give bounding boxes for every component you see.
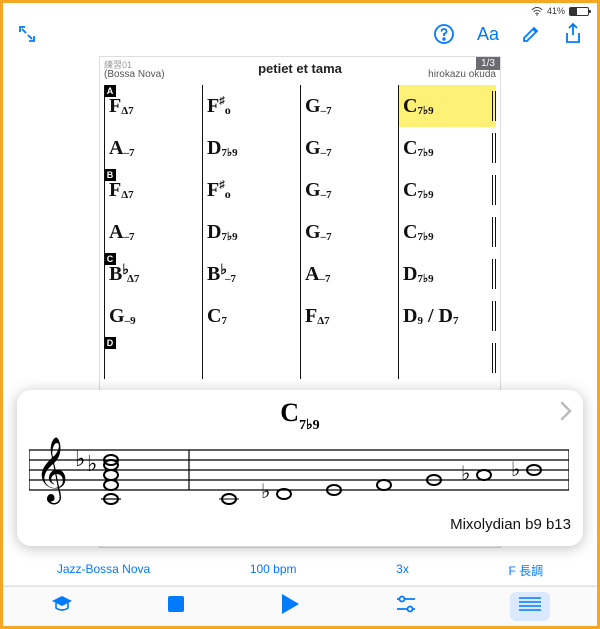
- staff-view-button[interactable]: [510, 592, 550, 621]
- chord-cell[interactable]: A–7: [104, 127, 202, 169]
- chord-row: BFΔ7F♯oG–7C7♭9: [104, 169, 496, 211]
- battery-icon: [569, 7, 589, 16]
- chord-cell[interactable]: G–7: [300, 169, 398, 211]
- svg-text:♭: ♭: [461, 463, 470, 485]
- chord-cell[interactable]: FΔ7: [300, 295, 398, 337]
- playback-key[interactable]: F 長調: [509, 562, 544, 579]
- chord-row: AFΔ7F♯oG–7C7♭9: [104, 85, 496, 127]
- chord-grid: AFΔ7F♯oG–7C7♭9A–7D7♭9G–7C7♭9BFΔ7F♯oG–7C7…: [100, 85, 500, 383]
- scale-name: Mixolydian b9 b13: [29, 516, 571, 533]
- svg-text:♭: ♭: [87, 451, 97, 476]
- chord-cell[interactable]: [398, 337, 496, 379]
- svg-text:♭: ♭: [75, 446, 85, 471]
- page-indicator[interactable]: 1/3: [476, 57, 500, 70]
- chord-cell[interactable]: C7♭9: [398, 169, 496, 211]
- chord-cell[interactable]: [202, 337, 300, 379]
- chord-cell[interactable]: FΔ7: [104, 85, 202, 127]
- svg-text:♭: ♭: [261, 481, 270, 503]
- treble-clef-icon: 𝄞: [35, 437, 68, 504]
- expand-button[interactable]: [17, 24, 37, 44]
- bottom-toolbar: [3, 586, 597, 626]
- chord-row: A–7D7♭9G–7C7♭9: [104, 211, 496, 253]
- chord-cell[interactable]: F♯o: [202, 169, 300, 211]
- wifi-icon: [531, 7, 543, 16]
- mixer-button[interactable]: [395, 594, 417, 619]
- chord-row: D: [104, 337, 496, 379]
- playback-tempo[interactable]: 100 bpm: [250, 562, 297, 579]
- scale-notes: ♭ ♭ ♭: [219, 459, 541, 504]
- chord-cell[interactable]: A–7: [300, 253, 398, 295]
- chord-row: A–7D7♭9G–7C7♭9: [104, 127, 496, 169]
- song-author: hirokazu okuda: [428, 69, 496, 80]
- play-button[interactable]: [279, 592, 301, 621]
- chord-cell[interactable]: B♭Δ7: [104, 253, 202, 295]
- learn-button[interactable]: [50, 594, 74, 619]
- playback-info: Jazz-Bossa Nova 100 bpm 3x F 長調: [3, 556, 597, 586]
- chord-cell[interactable]: D7♭9: [398, 253, 496, 295]
- chord-cell[interactable]: D7♭9: [202, 211, 300, 253]
- chord-cell[interactable]: G–7: [300, 211, 398, 253]
- playback-repeats[interactable]: 3x: [396, 562, 409, 579]
- chord-row: G–9C7FΔ7D9 / D7: [104, 295, 496, 337]
- chord-cell[interactable]: G–7: [300, 85, 398, 127]
- chord-cell[interactable]: G–9: [104, 295, 202, 337]
- help-button[interactable]: [433, 23, 455, 45]
- battery-percent: 41%: [547, 6, 565, 16]
- chord-cell[interactable]: [300, 337, 398, 379]
- chord-row: CB♭Δ7B♭–7A–7D7♭9: [104, 253, 496, 295]
- chord-cell[interactable]: D9 / D7: [398, 295, 496, 337]
- staff-display: 𝄞 ♭ ♭ ♭ ♭ ♭: [29, 436, 571, 514]
- chord-cell[interactable]: B♭–7: [202, 253, 300, 295]
- chord-cell[interactable]: D7♭9: [202, 127, 300, 169]
- status-bar: 41%: [3, 3, 597, 17]
- chord-cell[interactable]: C7♭9: [398, 211, 496, 253]
- svg-text:♭: ♭: [511, 459, 520, 481]
- chevron-right-icon[interactable]: [559, 400, 573, 428]
- chord-cell[interactable]: [104, 337, 202, 379]
- chord-cell[interactable]: FΔ7: [104, 169, 202, 211]
- chord-cell[interactable]: G–7: [300, 127, 398, 169]
- chord-cell[interactable]: C7: [202, 295, 300, 337]
- voicing-chord-name: C7♭9: [29, 398, 571, 432]
- sheet-header: 練習01 (Bossa Nova) petiet et tama hirokaz…: [100, 57, 500, 85]
- chord-voicing-notes: ♭: [87, 451, 121, 504]
- chord-cell[interactable]: C7♭9: [398, 127, 496, 169]
- playback-style[interactable]: Jazz-Bossa Nova: [57, 562, 150, 579]
- voicing-panel[interactable]: C7♭9 𝄞 ♭ ♭: [17, 390, 583, 546]
- chord-cell[interactable]: A–7: [104, 211, 202, 253]
- font-button[interactable]: Aa: [477, 24, 499, 45]
- edit-button[interactable]: [521, 24, 541, 44]
- share-button[interactable]: [563, 23, 583, 45]
- stop-button[interactable]: [167, 595, 185, 618]
- top-toolbar: Aa: [3, 17, 597, 51]
- chord-cell[interactable]: C7♭9: [398, 85, 496, 127]
- chord-cell[interactable]: F♯o: [202, 85, 300, 127]
